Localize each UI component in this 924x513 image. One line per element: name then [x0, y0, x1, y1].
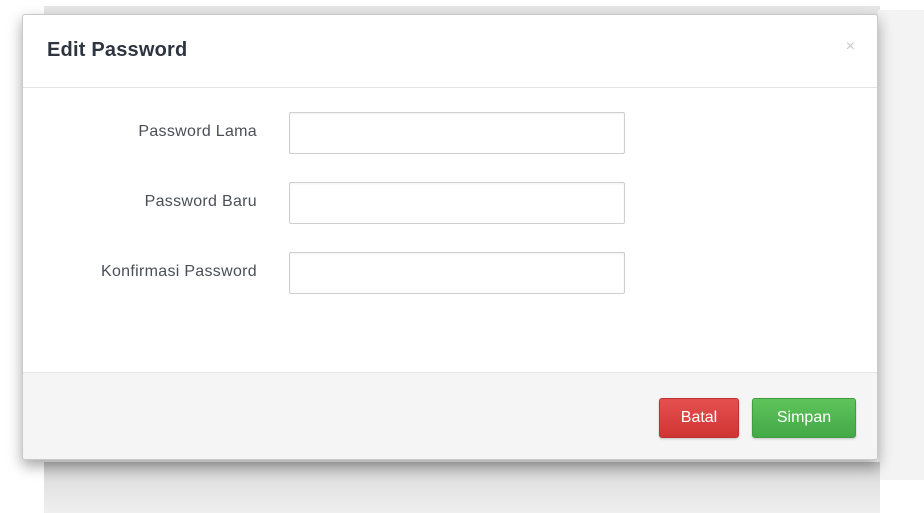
confirm-password-label: Konfirmasi Password — [101, 263, 257, 280]
backdrop-right — [878, 10, 924, 480]
old-password-input[interactable] — [289, 112, 625, 154]
new-password-input[interactable] — [289, 182, 625, 224]
new-password-label: Password Baru — [144, 193, 257, 210]
form-row-confirm-password: Konfirmasi Password — [23, 252, 877, 294]
confirm-password-input[interactable] — [289, 252, 625, 294]
backdrop-bottom — [44, 462, 880, 513]
edit-password-dialog: Edit Password × Password Lama Password B… — [22, 14, 878, 460]
form-row-old-password: Password Lama — [23, 112, 877, 154]
dialog-footer: Batal Simpan — [23, 372, 877, 459]
dialog-title: Edit Password — [47, 39, 188, 61]
form-row-new-password: Password Baru — [23, 182, 877, 224]
dialog-header: Edit Password × — [23, 15, 877, 88]
save-button[interactable]: Simpan — [752, 398, 856, 438]
close-icon[interactable]: × — [846, 39, 855, 55]
dialog-body: Password Lama Password Baru Konfirmasi P… — [23, 88, 877, 372]
cancel-button[interactable]: Batal — [659, 398, 739, 438]
old-password-label: Password Lama — [138, 123, 257, 140]
